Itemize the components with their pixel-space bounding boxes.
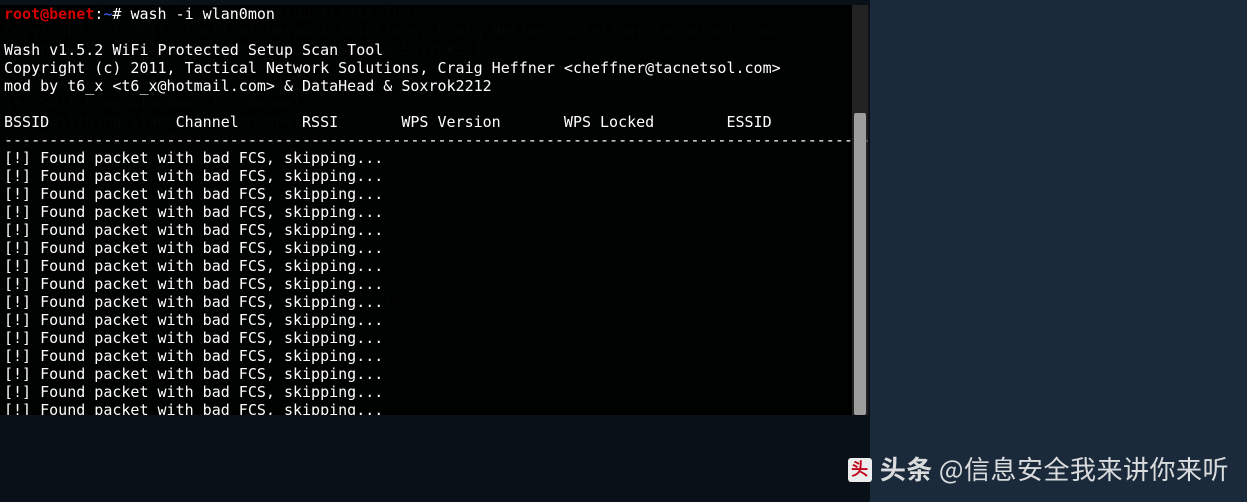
- terminal-window[interactable]: root@benet:~# wash -i wlan0mon Wash v1.5…: [0, 5, 868, 415]
- banner-line: mod by t6_x <t6_x@hotmail.com> & DataHea…: [4, 77, 492, 95]
- prompt-command: wash -i wlan0mon: [130, 5, 275, 23]
- prompt-sep: :: [94, 5, 103, 23]
- skip-lines-block: [!] Found packet with bad FCS, skipping.…: [4, 149, 383, 415]
- prompt-hash: #: [112, 5, 130, 23]
- banner-line: Copyright (c) 2011, Tactical Network Sol…: [4, 59, 781, 77]
- watermark-brand: 头条: [880, 460, 933, 478]
- prompt-user: root@benet: [4, 5, 94, 23]
- watermark: 头 头条 @信息安全我来讲你来听: [848, 458, 1229, 480]
- terminal-scrollbar[interactable]: [852, 5, 868, 415]
- watermark-handle: @信息安全我来讲你来听: [939, 460, 1229, 478]
- scrollbar-thumb[interactable]: [854, 113, 866, 415]
- toutiao-logo-icon: 头: [848, 458, 872, 482]
- separator-line: ----------------------------------------…: [4, 131, 868, 149]
- columns-header: BSSID Channel RSSI WPS Version WPS Locke…: [4, 113, 772, 131]
- prompt-line[interactable]: root@benet:~# wash -i wlan0mon: [4, 5, 275, 23]
- banner-line: Wash v1.5.2 WiFi Protected Setup Scan To…: [4, 41, 383, 59]
